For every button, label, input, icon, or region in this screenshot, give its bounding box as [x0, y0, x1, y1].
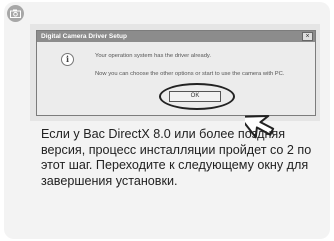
dialog-message-2: Now you can choose the other options or …: [95, 71, 285, 77]
dialog-title: Digital Camera Driver Setup: [41, 33, 127, 40]
camera-badge: [7, 5, 24, 22]
dialog-message-1: Your operation system has the driver alr…: [95, 53, 211, 59]
close-button[interactable]: ×: [302, 32, 313, 41]
dialog-titlebar: Digital Camera Driver Setup ×: [37, 31, 315, 42]
manual-panel: Digital Camera Driver Setup × i Your ope…: [4, 2, 330, 239]
dialog-screenshot: Digital Camera Driver Setup × i Your ope…: [30, 24, 320, 139]
instruction-text: Если у Вас DirectX 8.0 или более поздняя…: [41, 127, 312, 188]
highlight-ellipse: [159, 83, 235, 110]
info-icon: i: [61, 53, 74, 66]
camera-icon: [10, 9, 21, 18]
